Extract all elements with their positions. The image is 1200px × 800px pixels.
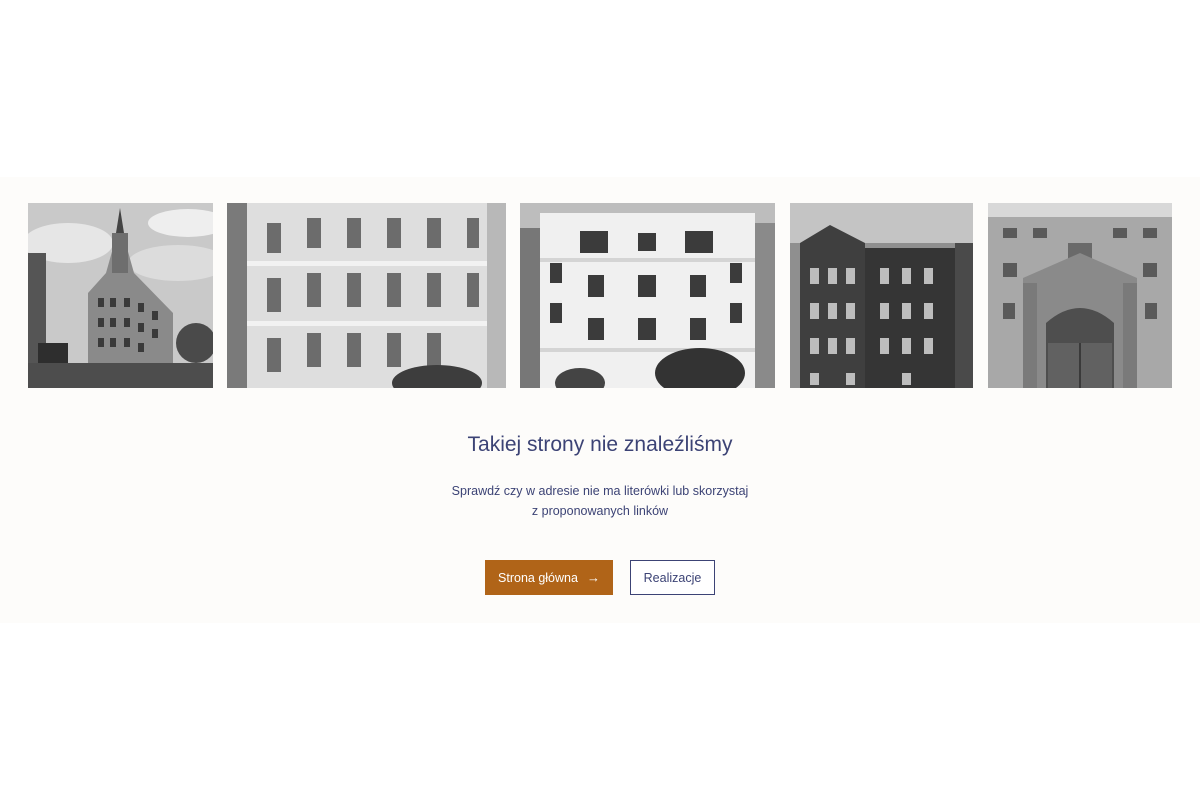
realizations-button-label: Realizacje bbox=[643, 570, 702, 585]
home-page-button[interactable]: Strona główna → bbox=[485, 560, 613, 595]
gallery-photo-townhouse bbox=[520, 203, 775, 388]
realizations-button[interactable]: Realizacje bbox=[630, 560, 715, 595]
page-title: Takiej strony nie znaleźliśmy bbox=[467, 433, 733, 456]
gallery-photo-white-facade bbox=[227, 203, 506, 388]
error-description-line-1: Sprawdź czy w adresie nie ma literówki l… bbox=[451, 484, 749, 498]
home-page-button-label: Strona główna bbox=[498, 570, 578, 585]
gallery-photo-corner-building bbox=[28, 203, 213, 388]
error-description-line-2: z proponowanych linków bbox=[531, 504, 669, 518]
gallery-photo-brick-building bbox=[790, 203, 973, 388]
arrow-right-icon: → bbox=[586, 570, 600, 585]
error-description: Sprawdź czy w adresie nie ma literówki l… bbox=[0, 481, 1200, 521]
gallery-photo-ornate-entrance bbox=[988, 203, 1172, 388]
